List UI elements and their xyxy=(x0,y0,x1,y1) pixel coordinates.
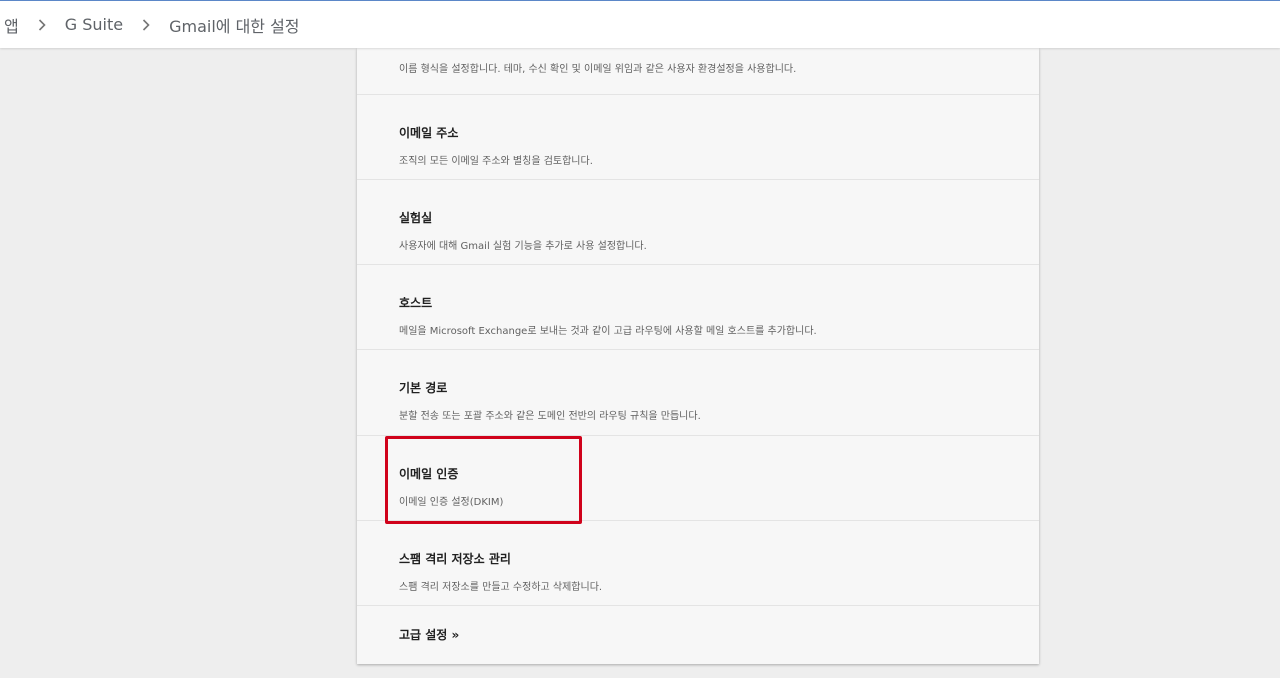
settings-row-user-settings[interactable]: 이름 형식을 설정합니다. 테마, 수신 확인 및 이메일 위임과 같은 사용자… xyxy=(357,48,1039,95)
advanced-settings-link[interactable]: 고급 설정 » xyxy=(357,606,1039,664)
settings-row-default-routing[interactable]: 기본 경로 분할 전송 또는 포괄 주소와 같은 도메인 전반의 라우팅 규칙을… xyxy=(357,350,1039,436)
row-description: 분할 전송 또는 포괄 주소와 같은 도메인 전반의 라우팅 규칙을 만듭니다. xyxy=(399,411,701,422)
row-title: 실험실 xyxy=(399,211,433,225)
settings-card: 이름 형식을 설정합니다. 테마, 수신 확인 및 이메일 위임과 같은 사용자… xyxy=(357,48,1039,664)
row-title: 스팸 격리 저장소 관리 xyxy=(399,552,511,566)
row-description: 스팸 격리 저장소를 만들고 수정하고 삭제합니다. xyxy=(399,582,603,593)
highlight-annotation xyxy=(385,436,582,524)
row-description: 조직의 모든 이메일 주소와 별칭을 검토합니다. xyxy=(399,156,593,167)
settings-row-email-addresses[interactable]: 이메일 주소 조직의 모든 이메일 주소와 별칭을 검토합니다. xyxy=(357,95,1039,180)
row-description: 메일을 Microsoft Exchange로 보내는 것과 같이 고급 라우팅… xyxy=(399,326,817,337)
settings-row-quarantine[interactable]: 스팸 격리 저장소 관리 스팸 격리 저장소를 만들고 수정하고 삭제합니다. xyxy=(357,521,1039,606)
row-title: 기본 경로 xyxy=(399,381,448,395)
chevron-right-icon xyxy=(19,16,65,34)
breadcrumb-gmail-settings: Gmail에 대한 설정 xyxy=(169,16,300,36)
row-title: 호스트 xyxy=(399,296,433,310)
settings-row-labs[interactable]: 실험실 사용자에 대해 Gmail 실험 기능을 추가로 사용 설정합니다. xyxy=(357,180,1039,265)
chevron-right-icon xyxy=(123,16,169,34)
row-description: 사용자에 대해 Gmail 실험 기능을 추가로 사용 설정합니다. xyxy=(399,241,647,252)
settings-row-hosts[interactable]: 호스트 메일을 Microsoft Exchange로 보내는 것과 같이 고급… xyxy=(357,265,1039,350)
row-description: 이름 형식을 설정합니다. 테마, 수신 확인 및 이메일 위임과 같은 사용자… xyxy=(399,64,797,75)
advanced-settings-label: 고급 설정 » xyxy=(399,628,460,642)
breadcrumb-gsuite[interactable]: G Suite xyxy=(65,15,123,34)
row-title: 이메일 주소 xyxy=(399,126,459,140)
top-bar: 앱 G Suite Gmail에 대한 설정 xyxy=(0,0,1280,48)
breadcrumb-apps[interactable]: 앱 xyxy=(4,13,19,37)
